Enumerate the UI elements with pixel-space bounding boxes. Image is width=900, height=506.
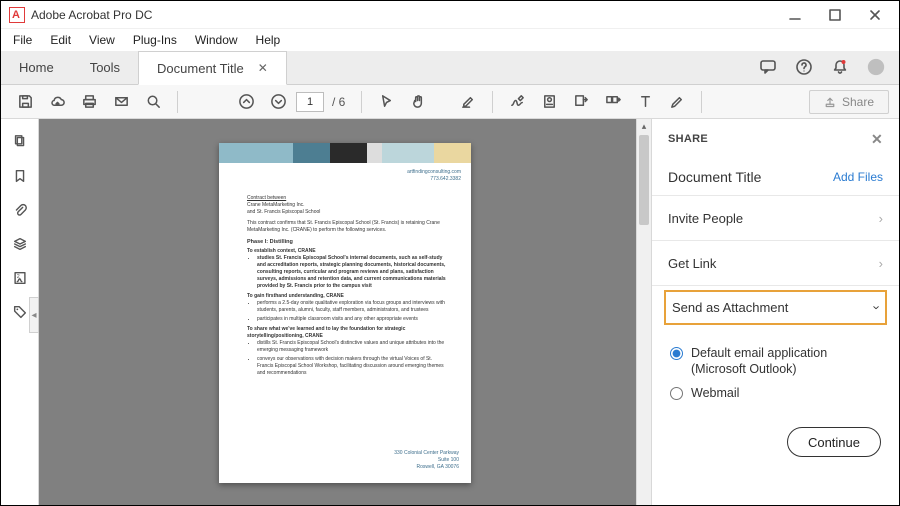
tab-tools[interactable]: Tools (72, 50, 138, 84)
share-doc-title-row: Document Title Add Files (652, 159, 899, 195)
stamp-tool-icon[interactable] (535, 88, 563, 116)
attachment-options: Default email application (Microsoft Out… (652, 333, 899, 419)
menu-edit[interactable]: Edit (44, 31, 77, 49)
menu-view[interactable]: View (83, 31, 121, 49)
left-rail: 2 ◂ (1, 119, 39, 505)
menubar: File Edit View Plug-Ins Window Help (1, 29, 899, 51)
document-page: artfindingconsulting.com 773.642.3382 Co… (219, 143, 471, 483)
toolbar-separator (492, 91, 493, 113)
window-controls (775, 2, 895, 28)
chevron-right-icon: › (879, 256, 883, 271)
radio-default-email[interactable] (670, 347, 683, 360)
menu-window[interactable]: Window (189, 31, 244, 49)
chevron-right-icon: › (879, 211, 883, 226)
invite-people-label: Invite People (668, 211, 743, 226)
scroll-up-icon[interactable]: ▴ (637, 119, 651, 134)
page-number-input[interactable]: 1 (296, 92, 324, 112)
get-link-label: Get Link (668, 256, 716, 271)
bookmarks-icon[interactable] (11, 167, 29, 185)
thumbnails-icon[interactable] (11, 133, 29, 151)
hand-tool-icon[interactable] (404, 88, 432, 116)
tab-document-label: Document Title (157, 61, 244, 76)
radio-webmail[interactable] (670, 387, 683, 400)
account-avatar[interactable] (867, 58, 885, 76)
app-title: Adobe Acrobat Pro DC (31, 8, 152, 22)
organize-tool-icon[interactable] (599, 88, 627, 116)
get-link-row[interactable]: Get Link › (652, 241, 899, 285)
send-as-attachment-row[interactable]: Send as Attachment › (664, 290, 887, 325)
share-button[interactable]: Share (809, 90, 889, 114)
share-panel-title: SHARE (668, 133, 708, 145)
menu-plugins[interactable]: Plug-Ins (127, 31, 183, 49)
page-up-icon[interactable] (232, 88, 260, 116)
search-icon[interactable] (139, 88, 167, 116)
svg-text:2: 2 (16, 274, 19, 280)
vertical-scrollbar[interactable]: ▴ (636, 119, 651, 505)
signatures-panel-icon[interactable]: 2 (11, 269, 29, 287)
draw-tool-icon[interactable] (663, 88, 691, 116)
attachments-icon[interactable] (11, 201, 29, 219)
export-tool-icon[interactable] (567, 88, 595, 116)
menu-help[interactable]: Help (250, 31, 287, 49)
page-body-text: Contract between Crane MetaMarketing Inc… (247, 195, 449, 379)
menu-file[interactable]: File (7, 31, 38, 49)
share-doc-title: Document Title (668, 169, 761, 185)
help-icon[interactable] (795, 58, 813, 76)
highlight-tool-icon[interactable] (454, 88, 482, 116)
layers-icon[interactable] (11, 235, 29, 253)
page-footer-address: 330 Colonial Center Parkway Suite 100 Ro… (394, 450, 459, 471)
scroll-thumb[interactable] (639, 135, 649, 225)
toolbar-separator (361, 91, 362, 113)
document-viewport[interactable]: artfindingconsulting.com 773.642.3382 Co… (39, 119, 651, 505)
page-banner (219, 143, 471, 163)
tabbar: Home Tools Document Title ✕ (1, 51, 899, 85)
close-panel-icon[interactable]: ✕ (871, 131, 883, 148)
workspace: 2 ◂ artfindingconsulting.com 773.642.338… (1, 119, 899, 505)
cloud-icon[interactable] (43, 88, 71, 116)
page-header-contact: artfindingconsulting.com 773.642.3382 (407, 169, 461, 183)
maximize-button[interactable] (815, 2, 855, 28)
toolbar-separator (177, 91, 178, 113)
print-icon[interactable] (75, 88, 103, 116)
close-window-button[interactable] (855, 2, 895, 28)
save-icon[interactable] (11, 88, 39, 116)
text-tool-icon[interactable] (631, 88, 659, 116)
share-panel: SHARE ✕ Document Title Add Files Invite … (651, 119, 899, 505)
option-webmail[interactable]: Webmail (670, 385, 881, 401)
notifications-icon[interactable] (831, 58, 849, 76)
chevron-down-icon: › (869, 305, 884, 309)
tags-icon[interactable] (11, 303, 29, 321)
share-panel-header: SHARE ✕ (652, 119, 899, 159)
send-as-attachment-label: Send as Attachment (672, 300, 788, 315)
option-webmail-label: Webmail (691, 385, 739, 401)
share-button-label: Share (842, 95, 874, 109)
email-icon[interactable] (107, 88, 135, 116)
select-tool-icon[interactable] (372, 88, 400, 116)
sign-tool-icon[interactable] (503, 88, 531, 116)
add-files-link[interactable]: Add Files (833, 170, 883, 184)
page-total-label: / 6 (332, 95, 345, 109)
app-logo-icon (9, 7, 25, 23)
option-default-email-label: Default email application (Microsoft Out… (691, 345, 881, 377)
collapse-rail-button[interactable]: ◂ (29, 297, 39, 333)
minimize-button[interactable] (775, 2, 815, 28)
tab-close-icon[interactable]: ✕ (258, 61, 268, 75)
main-toolbar: 1 / 6 Share (1, 85, 899, 119)
chat-icon[interactable] (759, 58, 777, 76)
continue-button[interactable]: Continue (787, 427, 881, 457)
tab-document[interactable]: Document Title ✕ (138, 51, 287, 85)
tab-home[interactable]: Home (1, 50, 72, 84)
option-default-email[interactable]: Default email application (Microsoft Out… (670, 345, 881, 377)
page-down-icon[interactable] (264, 88, 292, 116)
titlebar: Adobe Acrobat Pro DC (1, 1, 899, 29)
invite-people-row[interactable]: Invite People › (652, 196, 899, 240)
toolbar-separator (701, 91, 702, 113)
